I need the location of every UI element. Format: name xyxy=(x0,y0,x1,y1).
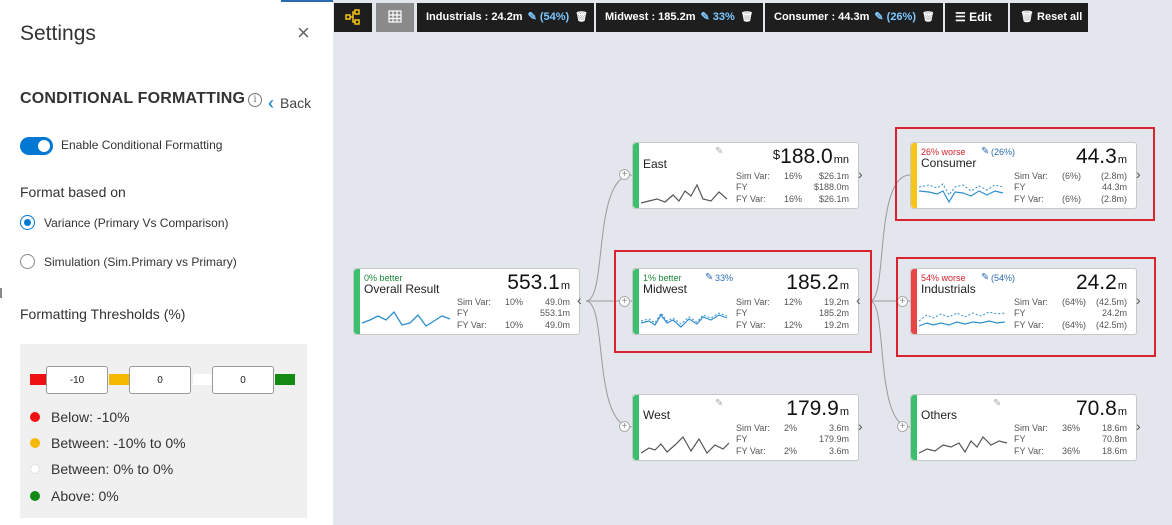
fy-var-label: FY Var: xyxy=(1014,446,1044,456)
node-name: East xyxy=(643,157,668,171)
collapse-icon[interactable]: ‹ xyxy=(577,292,582,308)
fy-value: 553.1m xyxy=(539,308,570,318)
node-value: $188.0mn xyxy=(772,145,849,168)
sim-var-pct: 10% xyxy=(505,297,524,307)
fy-var-value: $26.1m xyxy=(818,194,849,204)
expand-chevron-icon[interactable]: › xyxy=(858,166,863,182)
fy-var-value: 49.0m xyxy=(544,320,570,330)
sim-var-label: Sim Var: xyxy=(1014,423,1048,433)
highlight-box-midwest xyxy=(614,250,872,353)
fy-var-pct: 16% xyxy=(784,194,803,204)
sparkline xyxy=(641,436,730,454)
accent-bar xyxy=(633,143,639,208)
node-name: West xyxy=(643,408,671,422)
fy-var-label: FY Var: xyxy=(457,320,487,330)
fy-label: FY xyxy=(736,434,748,444)
fy-var-pct: 10% xyxy=(505,320,524,330)
sim-var-label: Sim Var: xyxy=(736,171,770,181)
sim-var-label: Sim Var: xyxy=(736,423,770,433)
pencil-icon[interactable]: ✎ xyxy=(715,398,723,409)
expand-chevron-icon[interactable]: › xyxy=(1136,418,1141,434)
node-east[interactable]: ✎ East $188.0mn Sim Var: FY FY Var: 16% … xyxy=(632,142,859,209)
node-overall-result[interactable]: 0% better Overall Result 553.1m Sim Var:… xyxy=(353,268,580,335)
expand-icon[interactable]: + xyxy=(897,421,908,432)
accent-bar xyxy=(911,395,917,460)
highlight-box-consumer xyxy=(895,127,1155,221)
fy-var-pct: 2% xyxy=(784,446,798,456)
fy-value: 179.9m xyxy=(818,434,849,444)
pencil-icon[interactable]: ✎ xyxy=(993,398,1001,409)
sparkline xyxy=(362,310,451,327)
fy-label: FY xyxy=(736,182,748,192)
expand-icon[interactable]: + xyxy=(619,169,630,180)
node-west[interactable]: ✎ West 179.9m Sim Var: FY FY Var: 2% 2% … xyxy=(632,394,859,461)
node-others[interactable]: ✎ Others 70.8m Sim Var: FY FY Var: 36% 3… xyxy=(910,394,1137,461)
fy-value: 70.8m xyxy=(1101,434,1127,444)
fy-label: FY xyxy=(457,308,469,318)
sim-var-pct: 2% xyxy=(784,423,798,433)
fy-label: FY xyxy=(1014,434,1026,444)
sim-var-label: Sim Var: xyxy=(457,297,491,307)
node-name: Overall Result xyxy=(364,282,440,296)
sparkline xyxy=(919,436,1008,454)
fy-var-label: FY Var: xyxy=(736,194,766,204)
node-value: 70.8m xyxy=(1075,397,1127,420)
node-value: 553.1m xyxy=(507,271,570,294)
sim-var-pct: 16% xyxy=(784,171,803,181)
fy-var-label: FY Var: xyxy=(736,446,766,456)
sim-var-value: 3.6m xyxy=(828,423,849,433)
sparkline xyxy=(641,183,728,204)
accent-bar xyxy=(354,269,360,334)
node-name: Others xyxy=(921,408,958,422)
fy-var-value: 18.6m xyxy=(1101,446,1127,456)
pencil-icon[interactable]: ✎ xyxy=(715,146,723,157)
expand-icon[interactable]: + xyxy=(619,421,630,432)
highlight-box-industrials xyxy=(896,257,1156,357)
sim-var-value: 49.0m xyxy=(544,297,570,307)
fy-var-pct: 36% xyxy=(1062,446,1081,456)
sim-var-pct: 36% xyxy=(1062,423,1081,433)
fy-var-value: 3.6m xyxy=(828,446,849,456)
accent-bar xyxy=(633,395,639,460)
sim-var-value: $26.1m xyxy=(818,171,849,181)
expand-chevron-icon[interactable]: › xyxy=(858,418,863,434)
sim-var-value: 18.6m xyxy=(1101,423,1127,433)
node-value: 179.9m xyxy=(786,397,849,420)
fy-value: $188.0m xyxy=(813,182,849,192)
